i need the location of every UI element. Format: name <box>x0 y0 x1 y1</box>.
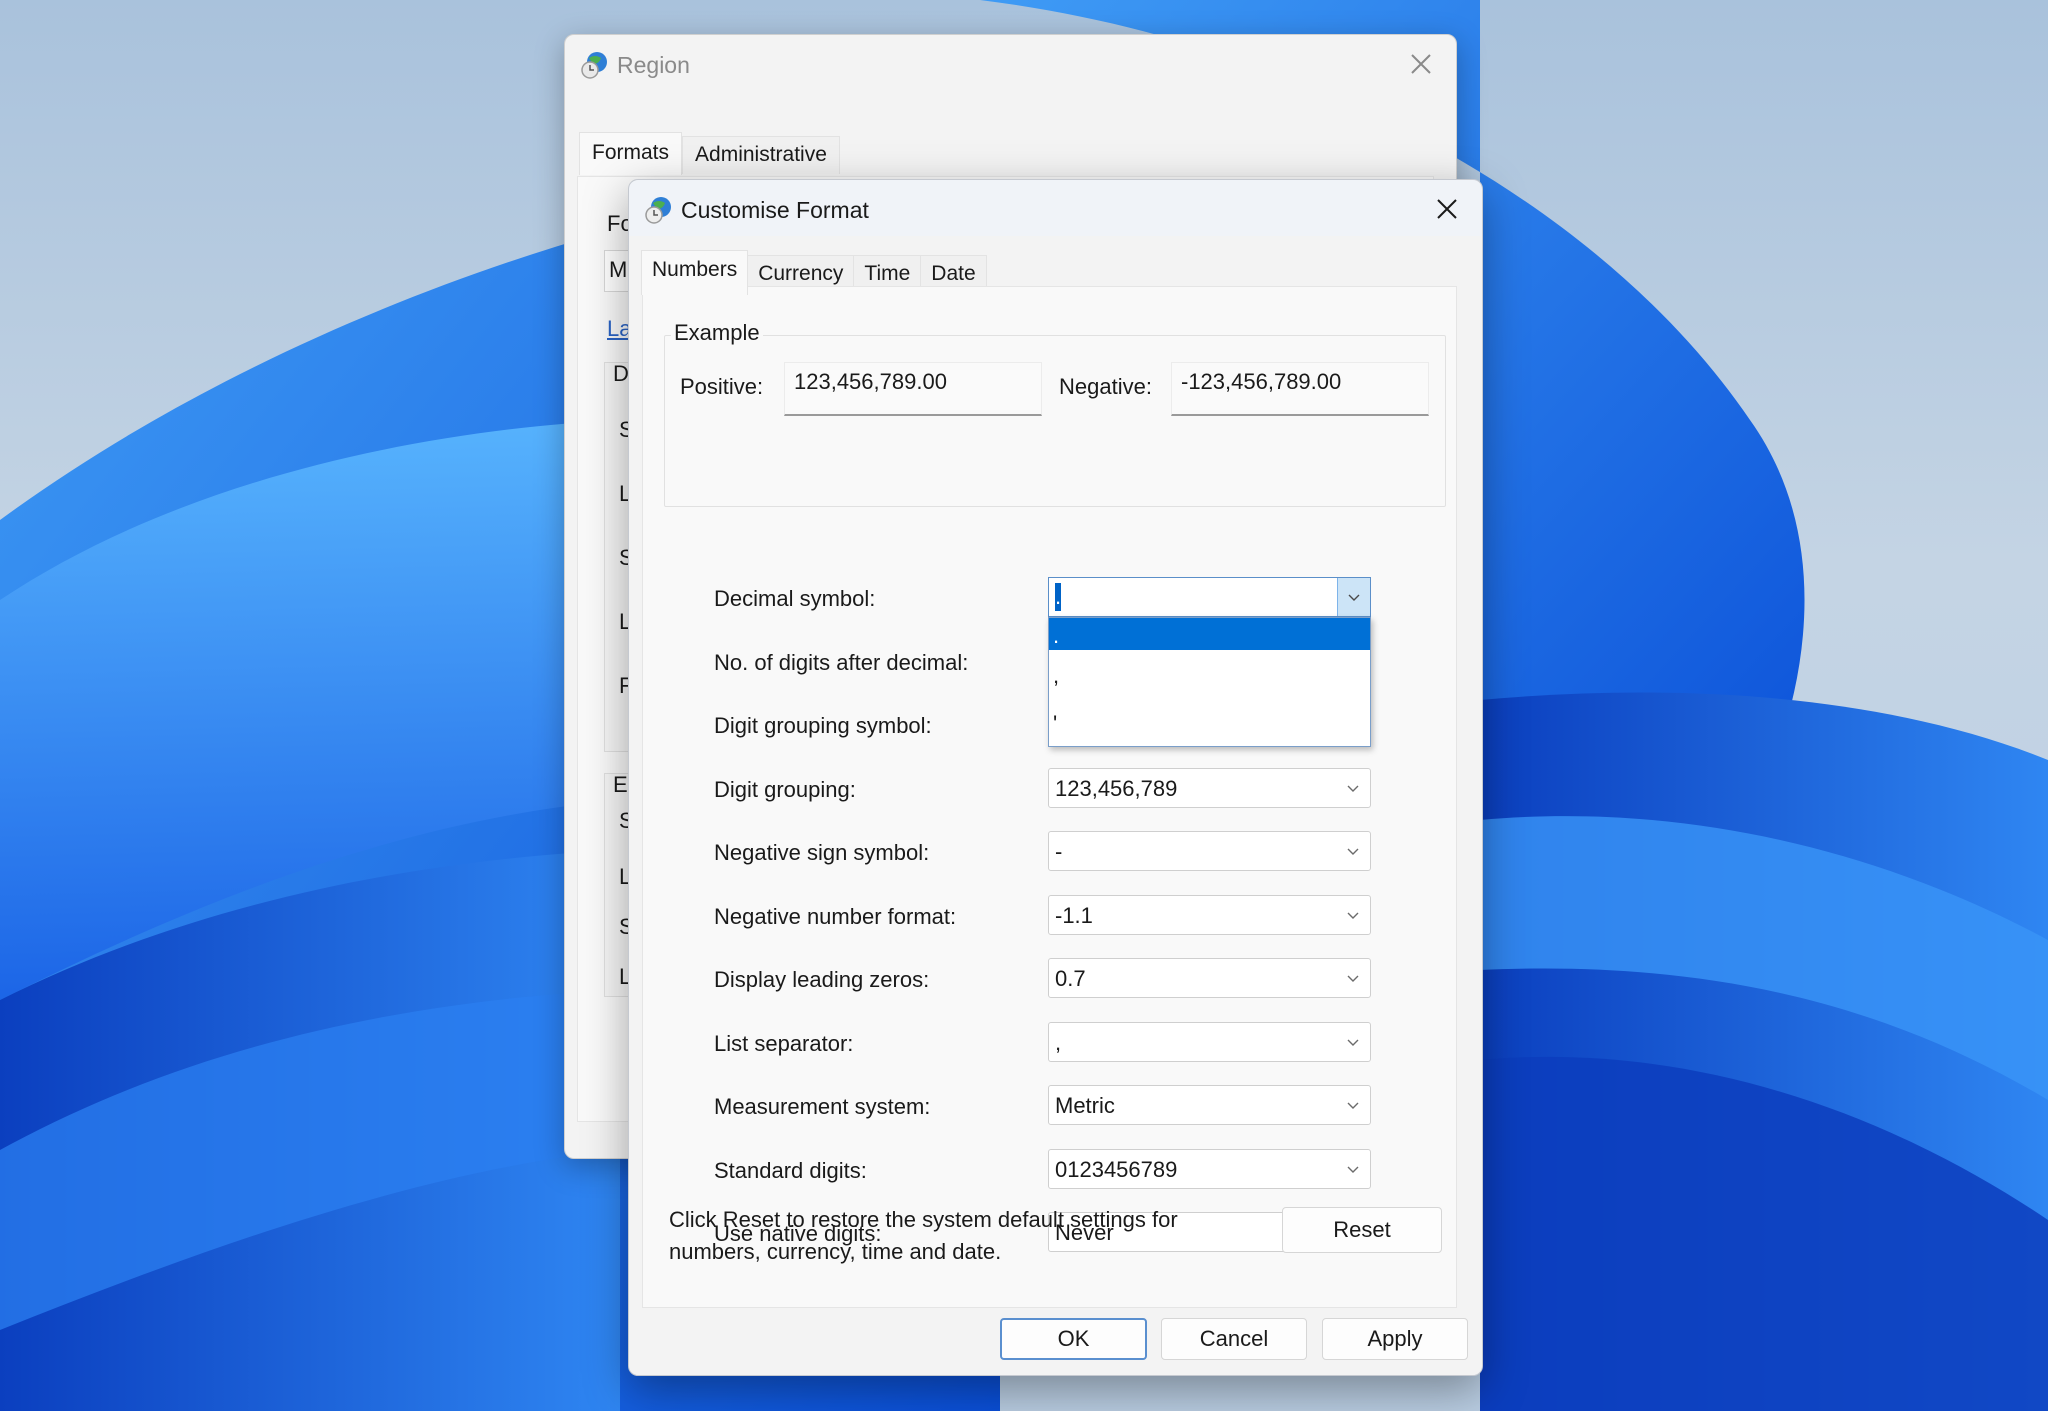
region-globe-clock-icon <box>645 197 671 224</box>
chevron-down-icon <box>1347 975 1359 982</box>
chevron-down-icon <box>1347 1039 1359 1046</box>
region-window-title: Region <box>617 51 690 78</box>
negative-label: Negative: <box>1059 374 1152 399</box>
chevron-down-icon <box>1347 912 1359 919</box>
list-separator-combo[interactable]: , <box>1048 1021 1371 1062</box>
dropdown-option[interactable]: ' <box>1049 698 1370 746</box>
dropdown-option[interactable]: . <box>1049 618 1370 650</box>
region-globe-clock-icon <box>581 52 607 79</box>
display-leading-zeros-combo[interactable]: 0.7 <box>1048 958 1371 998</box>
region-title-bar: Region <box>579 45 690 85</box>
dialog-title: Customise Format <box>681 196 869 223</box>
example-legend: Example <box>671 320 763 346</box>
region-close-button[interactable] <box>1404 47 1438 81</box>
positive-example-field: 123,456,789.00 <box>784 362 1042 416</box>
reset-description: Click Reset to restore the system defaul… <box>669 1207 1178 1264</box>
chevron-down-icon <box>1347 1102 1359 1109</box>
customise-format-dialog: Customise Format Numbers Currency Time D… <box>628 179 1483 1376</box>
decimal-symbol-combo[interactable]: . <box>1048 577 1371 617</box>
dropdown-button[interactable] <box>1337 578 1370 616</box>
chevron-down-icon <box>1347 1166 1359 1173</box>
negative-number-format-label: Negative number format: <box>714 903 957 929</box>
display-leading-zeros-value: 0.7 <box>1055 966 1086 991</box>
region-tab-formats[interactable]: Formats <box>579 132 683 175</box>
standard-digits-label: Standard digits: <box>714 1157 867 1183</box>
digits-after-decimal-label: No. of digits after decimal: <box>714 649 969 675</box>
list-separator-label: List separator: <box>714 1030 854 1056</box>
standard-digits-value: 0123456789 <box>1055 1156 1178 1182</box>
dialog-close-button[interactable] <box>1430 192 1464 226</box>
display-leading-zeros-label: Display leading zeros: <box>714 967 930 992</box>
digit-grouping-combo[interactable]: 123,456,789 <box>1048 767 1371 808</box>
measurement-system-combo[interactable]: Metric <box>1048 1085 1371 1125</box>
dialog-body: Numbers Currency Time Date Example Posit… <box>629 236 1482 1375</box>
digit-grouping-symbol-label: Digit grouping symbol: <box>714 713 932 738</box>
region-tab-administrative[interactable]: Administrative <box>682 136 840 174</box>
ok-button[interactable]: OK <box>1000 1318 1147 1360</box>
numbers-tab-panel: Example Positive: 123,456,789.00 Negativ… <box>642 286 1457 1308</box>
negative-number-format-combo[interactable]: -1.1 <box>1048 894 1371 935</box>
apply-button[interactable]: Apply <box>1322 1318 1468 1360</box>
negative-sign-symbol-label: Negative sign symbol: <box>714 840 930 865</box>
decimal-symbol-label: Decimal symbol: <box>714 586 876 611</box>
decimal-symbol-dropdown-list: ., ' <box>1048 617 1371 747</box>
close-icon <box>1411 54 1431 74</box>
list-separator-value: , <box>1055 1029 1062 1055</box>
chevron-down-icon <box>1347 785 1359 792</box>
negative-example-field: -123,456,789.00 <box>1171 362 1429 416</box>
positive-label: Positive: <box>680 374 764 399</box>
negative-sign-symbol-value: - <box>1055 839 1063 864</box>
dialog-title-bar: Customise Format <box>643 188 869 232</box>
reset-button[interactable]: Reset <box>1282 1207 1442 1253</box>
region-tabs: Formats Administrative <box>579 132 840 175</box>
negative-number-format-value: -1.1 <box>1055 902 1093 928</box>
close-icon <box>1437 199 1457 219</box>
chevron-down-icon <box>1347 848 1359 855</box>
example-group: Example Positive: 123,456,789.00 Negativ… <box>664 320 1446 507</box>
dropdown-option[interactable]: , <box>1049 650 1370 698</box>
decimal-symbol-selected-value: . <box>1055 583 1062 611</box>
negative-sign-symbol-combo[interactable]: - <box>1048 831 1371 871</box>
measurement-system-value: Metric <box>1055 1093 1115 1118</box>
digit-grouping-value: 123,456,789 <box>1055 775 1178 801</box>
chevron-down-icon <box>1348 594 1360 601</box>
standard-digits-combo[interactable]: 0123456789 <box>1048 1148 1371 1189</box>
measurement-system-label: Measurement system: <box>714 1094 931 1119</box>
digit-grouping-label: Digit grouping: <box>714 776 856 802</box>
tab-numbers[interactable]: Numbers <box>641 250 749 295</box>
cancel-button[interactable]: Cancel <box>1161 1318 1307 1360</box>
